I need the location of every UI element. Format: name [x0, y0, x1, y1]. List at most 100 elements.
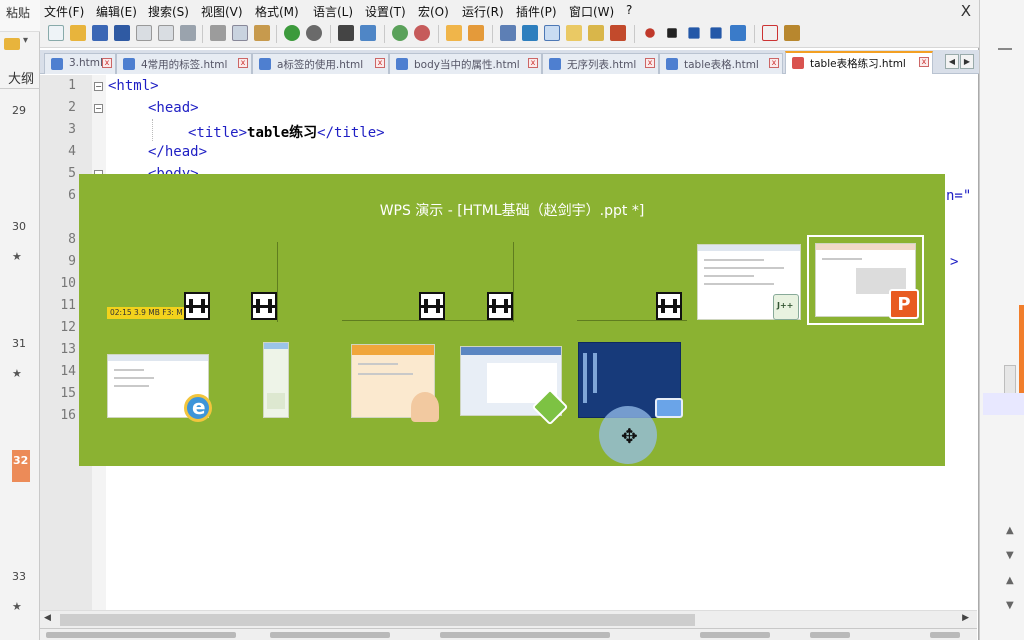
- undo-icon[interactable]: [284, 25, 300, 41]
- tab-bar: 3.html x 4常用的标签.html x a标签的使用.html x bod…: [40, 50, 979, 74]
- find-icon[interactable]: [338, 25, 354, 41]
- tab-3-html[interactable]: 3.html x: [44, 53, 116, 74]
- slide-number[interactable]: 31: [12, 337, 26, 350]
- spell-check-icon[interactable]: [762, 25, 778, 41]
- scroll-left-icon[interactable]: ◀: [44, 613, 51, 623]
- replace-icon[interactable]: [360, 25, 376, 41]
- menu-run[interactable]: 运行(R): [462, 3, 504, 20]
- video-icon[interactable]: [487, 292, 513, 320]
- cut-icon[interactable]: [210, 25, 226, 41]
- scroll-down-icon[interactable]: ▼: [1006, 550, 1014, 561]
- tab-close-icon[interactable]: x: [375, 58, 385, 68]
- tab-close-icon[interactable]: x: [919, 57, 929, 67]
- thumb-line: [704, 275, 754, 277]
- slide-star-icon: ★: [12, 600, 22, 613]
- toolbar-separator: [202, 25, 203, 43]
- slide-number[interactable]: 30: [12, 220, 26, 233]
- zoom-out-icon[interactable]: [414, 25, 430, 41]
- video-icon[interactable]: [419, 292, 445, 320]
- tab-close-icon[interactable]: x: [645, 58, 655, 68]
- tab-body-attributes[interactable]: body当中的属性.html x: [389, 53, 542, 74]
- redo-icon[interactable]: [306, 25, 322, 41]
- video-icon[interactable]: [656, 292, 682, 320]
- video-icon[interactable]: [184, 292, 210, 320]
- tab-close-icon[interactable]: x: [528, 58, 538, 68]
- code-title-open: <title>: [188, 125, 248, 141]
- menu-language[interactable]: 语言(L): [313, 3, 353, 20]
- user-language-icon[interactable]: [566, 25, 582, 41]
- slide-number-selected[interactable]: 32: [12, 450, 30, 482]
- menu-help[interactable]: ?: [626, 3, 632, 17]
- outline-tab[interactable]: 大纲: [8, 68, 34, 87]
- play-macro-icon[interactable]: [688, 27, 700, 39]
- tab-scroll-right-icon[interactable]: ▶: [960, 54, 974, 69]
- menu-format[interactable]: 格式(M): [255, 3, 299, 20]
- zoom-in-icon[interactable]: [392, 25, 408, 41]
- narrow-window-thumb[interactable]: [263, 342, 289, 418]
- paste-label[interactable]: 粘贴: [6, 4, 30, 21]
- run-macro-multiple-icon[interactable]: [710, 27, 722, 39]
- thumb-header: [816, 244, 915, 250]
- scroll-up-icon[interactable]: ▲: [1006, 525, 1014, 536]
- close-file-icon[interactable]: [136, 25, 152, 41]
- new-file-icon[interactable]: [48, 25, 64, 41]
- show-all-chars-icon[interactable]: [522, 25, 538, 41]
- menu-plugins[interactable]: 插件(P): [516, 3, 557, 20]
- stop-macro-icon[interactable]: [667, 28, 677, 38]
- copy-icon[interactable]: [232, 25, 248, 41]
- tab-scroll-left-icon[interactable]: ◀: [945, 54, 959, 69]
- scrollbar-thumb[interactable]: [60, 614, 695, 626]
- function-list-icon[interactable]: [610, 25, 626, 41]
- save-icon[interactable]: [92, 25, 108, 41]
- sync-horizontal-icon[interactable]: [468, 25, 484, 41]
- thumb-line: [704, 259, 764, 261]
- tab-close-icon[interactable]: x: [238, 58, 248, 68]
- menu-file[interactable]: 文件(F): [44, 3, 84, 20]
- save-all-icon[interactable]: [114, 25, 130, 41]
- tab-unordered-list[interactable]: 无序列表.html x: [542, 53, 659, 74]
- menu-search[interactable]: 搜索(S): [148, 3, 189, 20]
- save-macro-icon[interactable]: [730, 25, 746, 41]
- scroll-right-icon[interactable]: ▶: [962, 613, 969, 623]
- close-all-icon[interactable]: [158, 25, 174, 41]
- tab-table[interactable]: table表格.html x: [659, 53, 783, 74]
- scroll-up-icon[interactable]: ▲: [1006, 575, 1014, 586]
- tab-a-tag-usage[interactable]: a标签的使用.html x: [252, 53, 389, 74]
- tab-close-icon[interactable]: x: [769, 58, 779, 68]
- fold-toggle-icon[interactable]: −: [94, 104, 103, 113]
- menu-edit[interactable]: 编辑(E): [96, 3, 137, 20]
- menu-settings[interactable]: 设置(T): [365, 3, 406, 20]
- print-icon[interactable]: [180, 25, 196, 41]
- scroll-down-icon[interactable]: ▼: [1006, 600, 1014, 611]
- plugin-icon[interactable]: [784, 25, 800, 41]
- line-number: 15: [60, 386, 76, 401]
- record-macro-icon[interactable]: [645, 28, 655, 38]
- tab-table-practice[interactable]: table表格练习.html x: [785, 51, 933, 74]
- slide-number[interactable]: 33: [12, 570, 26, 583]
- tab-close-icon[interactable]: x: [102, 58, 112, 68]
- video-icon[interactable]: [251, 292, 277, 320]
- horizontal-scrollbar[interactable]: ◀ ▶: [40, 610, 977, 628]
- folder-icon[interactable]: [4, 35, 28, 50]
- scrollbar-thumb[interactable]: [1004, 365, 1016, 395]
- thumb-line: [704, 283, 774, 285]
- tab-common-tags[interactable]: 4常用的标签.html x: [116, 53, 252, 74]
- file-icon: [666, 58, 678, 70]
- slide-number[interactable]: 29: [12, 104, 26, 117]
- vertical-scrollbar[interactable]: ▲ ▼ ▲ ▼: [1002, 55, 1016, 635]
- menu-view[interactable]: 视图(V): [201, 3, 243, 20]
- menu-macro[interactable]: 宏(O): [418, 3, 449, 20]
- minimize-icon[interactable]: [998, 40, 1012, 50]
- open-folder-icon[interactable]: [70, 25, 86, 41]
- fold-toggle-icon[interactable]: −: [94, 82, 103, 91]
- close-document-icon[interactable]: X: [961, 2, 971, 20]
- indent-guide-icon[interactable]: [544, 25, 560, 41]
- doc-map-icon[interactable]: [588, 25, 604, 41]
- word-wrap-icon[interactable]: [500, 25, 516, 41]
- menu-window[interactable]: 窗口(W): [569, 3, 614, 20]
- line-number: 1: [68, 78, 76, 93]
- tab-label: 4常用的标签.html: [141, 59, 228, 71]
- paste-icon[interactable]: [254, 25, 270, 41]
- status-segment: [46, 632, 236, 638]
- sync-vertical-icon[interactable]: [446, 25, 462, 41]
